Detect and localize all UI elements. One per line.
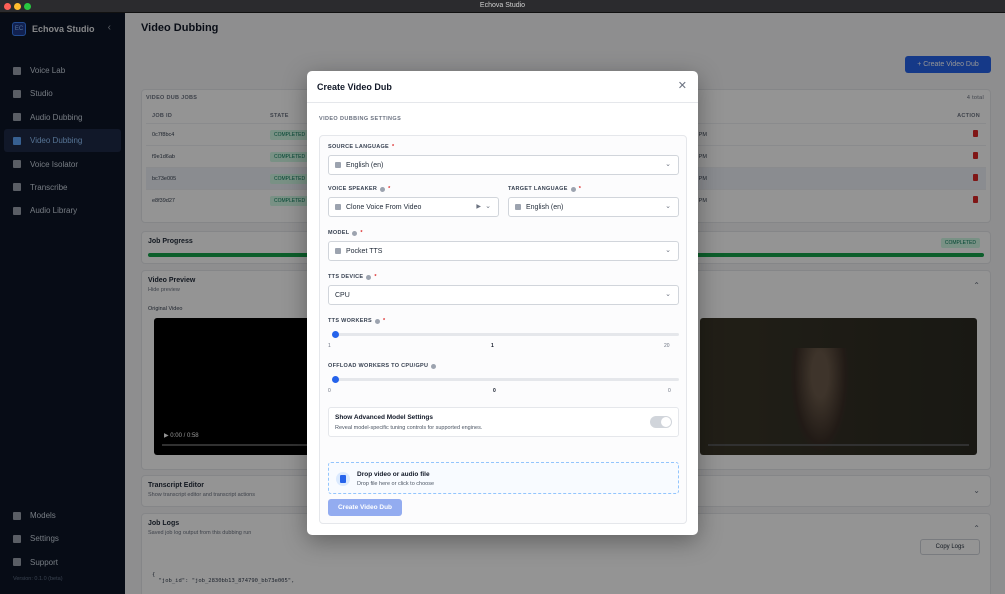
model-label: MODEL * [328, 230, 363, 236]
model-select[interactable]: Pocket TTS ⌄ [328, 241, 679, 261]
file-upload-icon [336, 472, 350, 486]
model-label-text: MODEL [328, 230, 350, 236]
modal-title: Create Video Dub [317, 82, 392, 92]
translate-icon [515, 204, 521, 210]
slider-current: 0 [493, 388, 496, 394]
slider-handle[interactable] [332, 331, 339, 338]
info-icon[interactable] [570, 186, 576, 192]
settings-panel: SOURCE LANGUAGE * English (en) ⌄ VOICE SP… [319, 135, 687, 524]
source-language-select[interactable]: English (en) ⌄ [328, 155, 679, 175]
advanced-settings-row: Show Advanced Model Settings Reveal mode… [328, 407, 679, 437]
offload-workers-label: OFFLOAD WORKERS TO CPU/GPU [328, 363, 437, 369]
model-value: Pocket TTS [346, 248, 383, 255]
advanced-settings-toggle[interactable] [650, 416, 672, 428]
play-preview-icon[interactable]: ▶ [476, 203, 481, 210]
translate-icon [335, 162, 341, 168]
target-language-value: English (en) [526, 204, 564, 211]
model-icon [335, 248, 341, 254]
voice-speaker-value: Clone Voice From Video [346, 204, 422, 211]
file-drop-zone[interactable]: Drop video or audio file Drop file here … [328, 462, 679, 494]
tts-device-label: TTS DEVICE * [328, 274, 377, 280]
chevron-down-icon: ⌄ [665, 161, 671, 168]
slider-handle[interactable] [332, 376, 339, 383]
slider-min: 0 [328, 388, 331, 394]
toggle-knob [661, 417, 671, 427]
user-icon [335, 204, 341, 210]
window-title: Echova Studio [479, 2, 526, 9]
drop-zone-subtitle: Drop file here or click to choose [357, 481, 435, 487]
window-titlebar: Echova Studio [0, 0, 1005, 13]
create-video-dub-modal: Create Video Dub ✕ VIDEO DUBBING SETTING… [307, 71, 698, 535]
info-icon[interactable] [374, 318, 380, 324]
info-icon[interactable] [431, 363, 437, 369]
tts-workers-label: TTS WORKERS * [328, 318, 385, 324]
required-mark: * [388, 186, 391, 192]
target-language-label: TARGET LANGUAGE * [508, 186, 581, 192]
modal-divider [307, 102, 698, 103]
target-language-label-text: TARGET LANGUAGE [508, 186, 568, 192]
voice-speaker-label-text: VOICE SPEAKER [328, 186, 378, 192]
drop-zone-title: Drop video or audio file [357, 471, 430, 478]
slider-max: 20 [664, 343, 670, 349]
close-icon[interactable]: ✕ [678, 79, 687, 92]
required-mark: * [382, 318, 386, 324]
required-mark: * [392, 144, 395, 150]
source-language-label-text: SOURCE LANGUAGE [328, 144, 390, 150]
tts-workers-slider[interactable] [332, 331, 679, 338]
tts-workers-label-text: TTS WORKERS [328, 318, 372, 324]
advanced-settings-subtitle: Reveal model-specific tuning controls fo… [335, 425, 483, 431]
chevron-down-icon: ⌄ [665, 247, 671, 254]
source-language-label: SOURCE LANGUAGE * [328, 144, 394, 150]
slider-current: 1 [491, 343, 494, 349]
source-language-value: English (en) [346, 162, 384, 169]
info-icon[interactable] [380, 186, 386, 192]
settings-section-label: VIDEO DUBBING SETTINGS [319, 116, 402, 122]
chevron-down-icon: ⌄ [665, 291, 671, 298]
voice-speaker-label: VOICE SPEAKER * [328, 186, 391, 192]
info-icon[interactable] [352, 230, 358, 236]
offload-workers-label-text: OFFLOAD WORKERS TO CPU/GPU [328, 363, 429, 369]
chevron-down-icon: ⌄ [665, 203, 671, 210]
required-mark: * [578, 186, 582, 192]
required-mark: * [374, 274, 377, 280]
offload-workers-slider[interactable] [332, 376, 679, 383]
required-mark: * [360, 230, 363, 236]
chevron-down-icon: ⌄ [485, 203, 491, 210]
advanced-settings-title: Show Advanced Model Settings [335, 414, 433, 421]
tts-device-label-text: TTS DEVICE [328, 274, 364, 280]
submit-create-video-dub-button[interactable]: Create Video Dub [328, 499, 402, 516]
tts-device-value: CPU [335, 292, 350, 299]
target-language-select[interactable]: English (en) ⌄ [508, 197, 679, 217]
voice-speaker-select[interactable]: Clone Voice From Video ▶ ⌄ [328, 197, 499, 217]
info-icon[interactable] [366, 274, 372, 280]
tts-device-select[interactable]: CPU ⌄ [328, 285, 679, 305]
slider-max: 0 [668, 388, 671, 394]
slider-min: 1 [328, 343, 331, 349]
